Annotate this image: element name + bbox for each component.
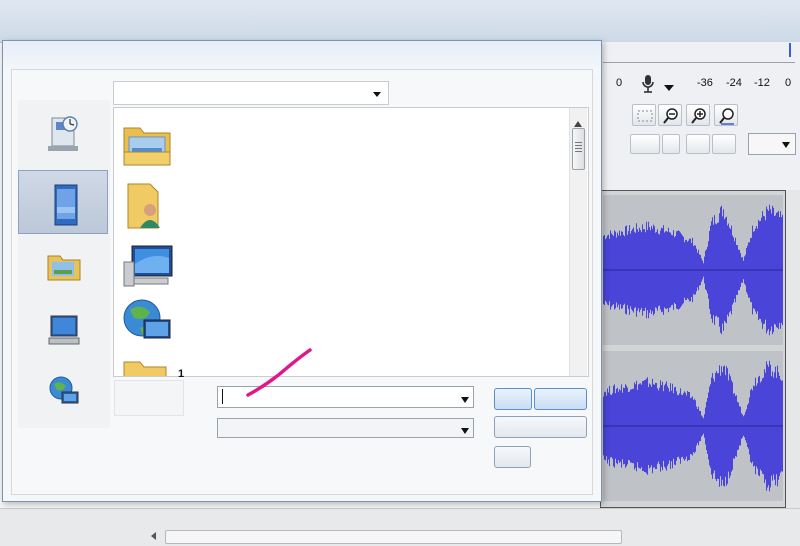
zoom-in-icon xyxy=(691,108,706,124)
places-bar xyxy=(18,100,110,428)
meter-scale-line xyxy=(603,62,795,63)
chevron-down-icon xyxy=(782,142,790,148)
meter-scale-label: 0 xyxy=(616,77,623,89)
edit-tool-button[interactable] xyxy=(712,134,736,154)
zoom-fit-button[interactable] xyxy=(714,104,738,126)
audio-track[interactable] xyxy=(603,195,783,345)
track-scrollbar[interactable] xyxy=(786,190,800,508)
meter-scale-label: -12 xyxy=(754,77,770,89)
zoom-select[interactable] xyxy=(748,133,796,155)
waveform xyxy=(603,204,783,336)
meter-scale-label: -24 xyxy=(726,77,742,89)
chevron-down-icon[interactable] xyxy=(460,393,470,407)
places-item-desktop[interactable] xyxy=(18,170,108,234)
scroll-left-icon[interactable] xyxy=(148,530,160,542)
chevron-down-icon[interactable] xyxy=(460,424,470,438)
edit-tool-button[interactable] xyxy=(662,134,680,154)
zoom-fit-icon xyxy=(719,108,734,125)
look-in-dropdown[interactable] xyxy=(113,81,389,105)
app-title-bar xyxy=(0,0,800,43)
computer-icon xyxy=(48,315,80,345)
list-item[interactable] xyxy=(120,296,180,352)
zoom-in-button[interactable] xyxy=(686,104,710,126)
network-icon xyxy=(123,299,171,339)
filetype-dropdown[interactable] xyxy=(217,418,474,438)
text-caret xyxy=(222,389,223,404)
places-item-recent[interactable] xyxy=(18,100,108,164)
list-item[interactable] xyxy=(120,180,180,236)
edit-tool-button[interactable] xyxy=(686,134,710,154)
places-item-network[interactable] xyxy=(18,362,108,426)
file-list[interactable] xyxy=(113,107,589,377)
desktop-icon xyxy=(54,184,78,226)
track-area[interactable] xyxy=(600,190,786,508)
annotation-stroke xyxy=(246,348,312,397)
libraries-icon xyxy=(47,255,81,281)
meter-scale-label: -36 xyxy=(697,77,713,89)
places-item-libraries[interactable] xyxy=(18,236,108,300)
meter-level-marker xyxy=(789,43,791,57)
chevron-down-icon[interactable] xyxy=(372,88,382,102)
scrollbar-grip xyxy=(575,142,582,154)
network-icon xyxy=(49,376,79,404)
edit-tool-button[interactable] xyxy=(630,134,660,154)
open-button[interactable] xyxy=(494,388,532,410)
microphone-icon[interactable] xyxy=(636,72,660,99)
recent-places-icon xyxy=(48,116,78,151)
folder-icon xyxy=(123,361,167,376)
cancel-button[interactable] xyxy=(494,416,587,438)
meter-scale-label: 0 xyxy=(785,77,792,89)
zoom-out-button[interactable] xyxy=(658,104,682,126)
list-item[interactable] xyxy=(120,118,180,174)
chevron-down-icon[interactable] xyxy=(661,80,677,96)
computer-icon xyxy=(123,245,173,287)
places-item-computer[interactable] xyxy=(18,300,108,364)
list-item[interactable] xyxy=(120,354,180,376)
user-folder-icon xyxy=(127,183,160,229)
list-item[interactable] xyxy=(120,240,180,296)
libraries-folder-icon xyxy=(123,127,171,166)
help-button[interactable] xyxy=(494,446,531,468)
audio-track[interactable] xyxy=(603,351,783,501)
zoom-out-icon xyxy=(663,108,678,124)
fit-selection-button[interactable] xyxy=(632,104,656,126)
list-counter: 1 xyxy=(178,368,185,380)
places-more-button[interactable] xyxy=(114,380,184,416)
waveform xyxy=(603,360,783,492)
horizontal-scrollbar[interactable] xyxy=(165,530,622,544)
open-options-button[interactable] xyxy=(534,388,587,410)
